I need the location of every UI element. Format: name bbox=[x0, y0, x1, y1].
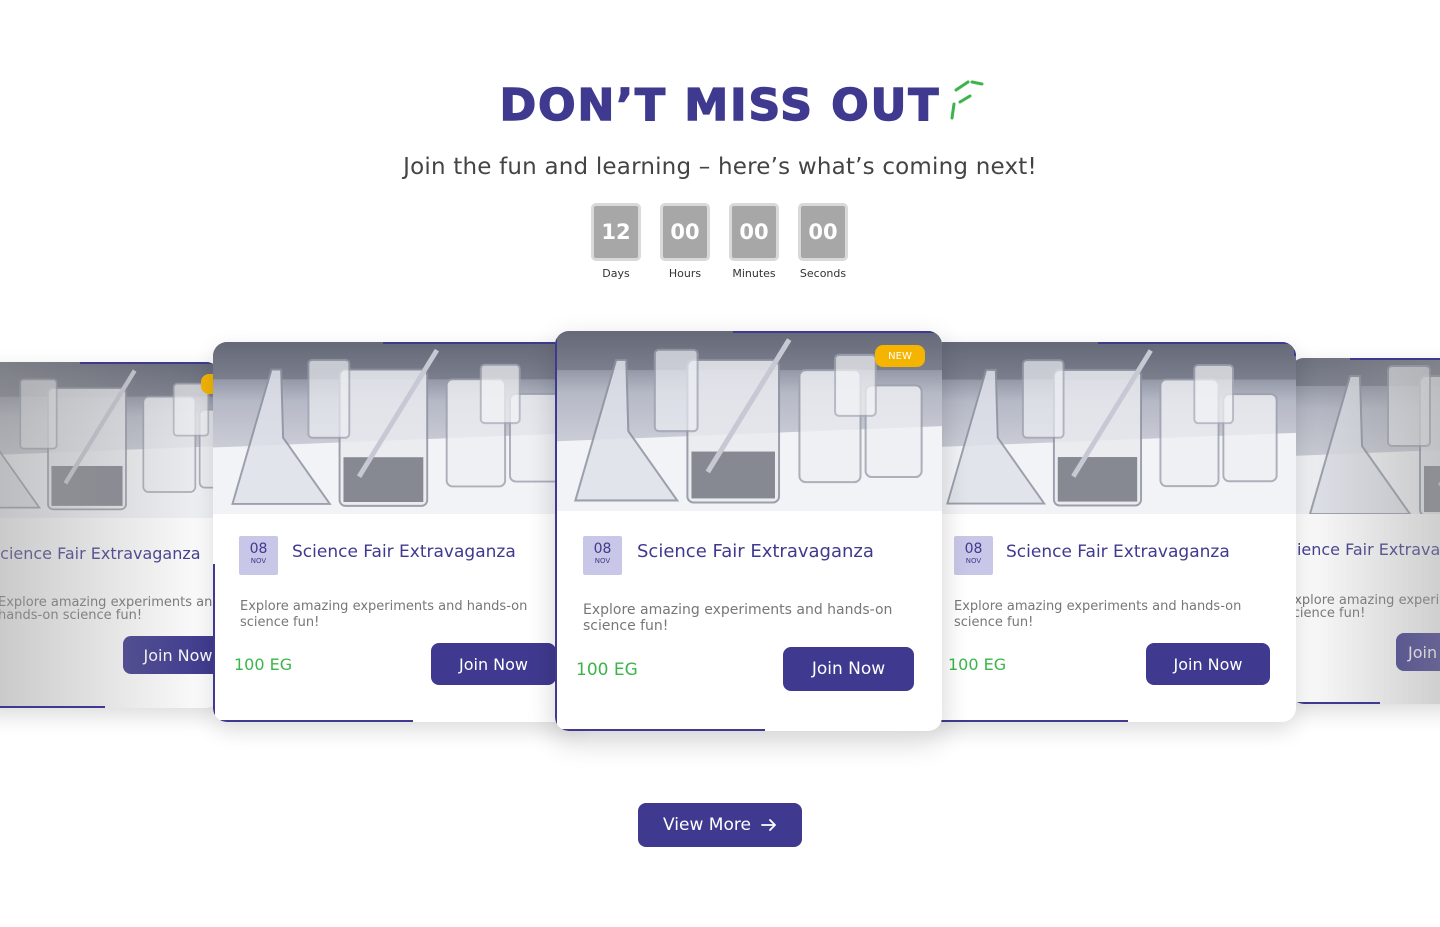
countdown-hours: 00 Hours bbox=[660, 203, 710, 280]
countdown-hours-value: 00 bbox=[660, 203, 710, 261]
countdown-days-value: 12 bbox=[591, 203, 641, 261]
sparkle-icon bbox=[950, 80, 984, 120]
event-date: 08 NOV bbox=[583, 536, 622, 575]
countdown-days-label: Days bbox=[602, 267, 630, 280]
event-date-month: NOV bbox=[965, 557, 982, 565]
section-header: DON’T MISS OUT bbox=[0, 78, 1440, 134]
event-card: Science Fair Extravaganza Explore amazin… bbox=[1290, 358, 1440, 704]
page-title: DON’T MISS OUT bbox=[499, 79, 941, 132]
join-now-button[interactable]: Join Now bbox=[123, 636, 220, 674]
event-title: Science Fair Extravaganza bbox=[637, 541, 874, 562]
join-now-button[interactable]: Join Now bbox=[1396, 633, 1440, 671]
view-more-label: View More bbox=[663, 815, 751, 835]
event-image bbox=[928, 342, 1296, 514]
event-title: Science Fair Extravaganza bbox=[1006, 542, 1230, 562]
event-date-month: NOV bbox=[594, 557, 611, 565]
countdown-minutes: 00 Minutes bbox=[729, 203, 779, 280]
join-now-button[interactable]: Join Now bbox=[783, 647, 914, 691]
event-card-featured: NEW 08 NOV Science Fair Extravaganza Exp… bbox=[555, 331, 942, 731]
event-title: Science Fair Extravaganza bbox=[1290, 540, 1440, 559]
new-badge: NEW bbox=[875, 345, 925, 367]
countdown-seconds-label: Seconds bbox=[799, 267, 847, 280]
join-now-button[interactable]: Join Now bbox=[431, 643, 556, 685]
event-description: Explore amazing experiments and hands-on… bbox=[1290, 593, 1440, 621]
event-description: Explore amazing experiments and hands-on… bbox=[954, 599, 1242, 630]
countdown-minutes-label: Minutes bbox=[732, 267, 776, 280]
event-price: 100 EG bbox=[948, 655, 1007, 674]
event-description: Explore amazing experiments and hands-on… bbox=[583, 602, 893, 634]
event-title: Science Fair Extravaganza bbox=[0, 544, 201, 563]
event-price: 100 EG bbox=[234, 655, 293, 674]
event-card: 08 NOV Science Fair Extravaganza Explore… bbox=[928, 342, 1296, 722]
event-image bbox=[213, 342, 583, 514]
event-description: Explore amazing experiments and hands-on… bbox=[0, 595, 220, 623]
event-date: 08 NOV bbox=[954, 536, 993, 575]
countdown-minutes-value: 00 bbox=[729, 203, 779, 261]
event-card: Science Fair Extravaganza Explore amazin… bbox=[0, 362, 220, 708]
event-date-month: NOV bbox=[250, 557, 267, 565]
event-price: 100 EG bbox=[576, 660, 638, 680]
event-date: 08 NOV bbox=[239, 536, 278, 575]
event-image bbox=[0, 362, 220, 518]
arrow-right-icon bbox=[761, 819, 776, 831]
event-image bbox=[1290, 358, 1440, 514]
event-card: 08 NOV Science Fair Extravaganza Explore… bbox=[213, 342, 583, 722]
countdown-seconds: 00 Seconds bbox=[798, 203, 848, 280]
event-title: Science Fair Extravaganza bbox=[292, 542, 516, 562]
countdown-hours-label: Hours bbox=[668, 267, 702, 280]
countdown-days: 12 Days bbox=[591, 203, 641, 280]
countdown-timer: 12 Days 00 Hours 00 Minutes 00 Seconds bbox=[591, 203, 848, 280]
event-date-day: 08 bbox=[964, 541, 983, 557]
countdown-seconds-value: 00 bbox=[798, 203, 848, 261]
view-more-button[interactable]: View More bbox=[638, 803, 802, 847]
event-date-day: 08 bbox=[249, 541, 268, 557]
join-now-button[interactable]: Join Now bbox=[1146, 643, 1270, 685]
event-description: Explore amazing experiments and hands-on… bbox=[240, 599, 528, 630]
event-date-day: 08 bbox=[593, 541, 612, 557]
page-subtitle: Join the fun and learning – here’s what’… bbox=[403, 154, 1037, 180]
